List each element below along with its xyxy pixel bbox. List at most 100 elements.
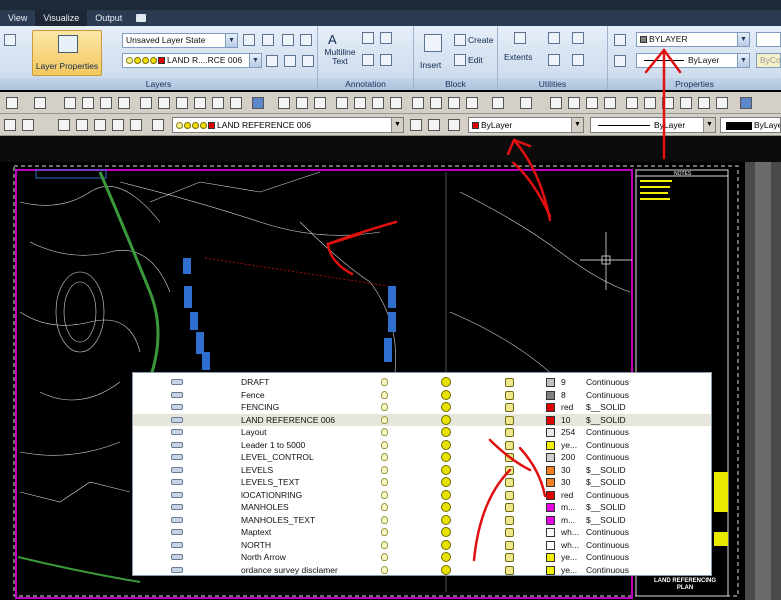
sun-freeze-icon[interactable] bbox=[441, 489, 451, 500]
create-block-icon[interactable] bbox=[454, 34, 466, 46]
layer-linetype[interactable]: $__SOLID bbox=[586, 465, 626, 475]
layer-color-swatch[interactable] bbox=[546, 515, 555, 525]
sun-freeze-icon[interactable] bbox=[441, 502, 451, 512]
redo-icon[interactable] bbox=[34, 97, 46, 109]
markup-icon[interactable] bbox=[698, 97, 710, 109]
undo-icon[interactable] bbox=[492, 97, 504, 109]
zoom-realtime-icon[interactable] bbox=[82, 97, 94, 109]
layer-state-dropdown[interactable]: Unsaved Layer State ▼ bbox=[122, 33, 238, 48]
sun-freeze-icon[interactable] bbox=[441, 552, 451, 562]
layer-off-icon[interactable] bbox=[112, 119, 124, 131]
multiline-text-button[interactable]: Multiline Text bbox=[321, 48, 359, 66]
layer-color-swatch[interactable] bbox=[546, 415, 555, 425]
layer-freeze-icon[interactable] bbox=[130, 119, 142, 131]
layer-linetype[interactable]: $__SOLID bbox=[586, 415, 626, 425]
lightbulb-icon[interactable] bbox=[381, 440, 388, 449]
layer-linetype[interactable]: Continuous bbox=[586, 527, 629, 537]
layer-row[interactable]: North Arrow ye... Continuous bbox=[133, 551, 711, 564]
layer-tool-icon[interactable] bbox=[4, 119, 16, 131]
3d-dwf-icon[interactable] bbox=[390, 97, 402, 109]
layer-previous-icon[interactable] bbox=[282, 34, 294, 46]
sun-freeze-icon[interactable] bbox=[441, 402, 451, 412]
lock-icon[interactable] bbox=[505, 465, 514, 475]
open-file-icon[interactable] bbox=[296, 97, 308, 109]
layer-linetype[interactable]: Continuous bbox=[586, 427, 629, 437]
layer-row[interactable]: Layout 254 Continuous bbox=[133, 426, 711, 439]
ribbon-minimize-icon[interactable] bbox=[136, 14, 147, 22]
lightbulb-icon[interactable] bbox=[381, 503, 388, 511]
layer-linetype[interactable]: Continuous bbox=[586, 540, 629, 550]
layer-previous-icon[interactable] bbox=[58, 119, 70, 131]
current-layer-dropdown[interactable]: LAND R....RCE 006 ▼ bbox=[122, 53, 262, 68]
zoom-realtime-icon[interactable] bbox=[568, 97, 580, 109]
edit-block-icon[interactable] bbox=[454, 54, 466, 66]
lock-icon[interactable] bbox=[505, 565, 514, 575]
layer-row[interactable]: LEVELS_TEXT 30 $__SOLID bbox=[133, 476, 711, 489]
lightbulb-icon[interactable] bbox=[381, 453, 388, 461]
extents-button[interactable]: Extents bbox=[504, 52, 532, 62]
tool-palettes-icon[interactable] bbox=[662, 97, 674, 109]
layer-row[interactable]: FENCING red $__SOLID bbox=[133, 401, 711, 414]
layer-linetype[interactable]: $__SOLID bbox=[586, 502, 626, 512]
lightbulb-icon[interactable] bbox=[381, 528, 388, 536]
lock-icon[interactable] bbox=[505, 428, 514, 437]
match-properties-icon[interactable] bbox=[466, 97, 478, 109]
layer-row[interactable]: ordance survey disclamer ye... Continuous bbox=[133, 564, 711, 577]
dimension-icon[interactable] bbox=[380, 32, 392, 44]
color-control-dropdown[interactable]: ByLayer ▼ bbox=[468, 117, 584, 133]
lock-icon[interactable] bbox=[505, 490, 514, 500]
layer-row[interactable]: LEVEL_CONTROL 200 Continuous bbox=[133, 451, 711, 464]
layer-row[interactable]: Fence 8 Continuous bbox=[133, 389, 711, 402]
lightbulb-icon[interactable] bbox=[381, 565, 388, 574]
cut-icon[interactable] bbox=[548, 54, 560, 66]
color-dropdown[interactable]: BYLAYER ▼ bbox=[636, 32, 750, 47]
scrollbar-thumb[interactable] bbox=[755, 162, 771, 600]
create-button[interactable]: Create bbox=[468, 35, 494, 45]
make-current-icon[interactable] bbox=[410, 119, 422, 131]
layer-color-swatch[interactable] bbox=[546, 440, 555, 450]
sun-freeze-icon[interactable] bbox=[441, 377, 451, 387]
sun-freeze-icon[interactable] bbox=[441, 389, 451, 400]
layer-row[interactable]: LAND REFERENCE 006 10 $__SOLID bbox=[133, 413, 711, 426]
sun-freeze-icon[interactable] bbox=[441, 452, 451, 462]
layer-color-swatch[interactable] bbox=[546, 503, 555, 512]
lightbulb-icon[interactable] bbox=[381, 390, 388, 399]
layer-linetype[interactable]: Continuous bbox=[586, 452, 629, 462]
linetype-dropdown[interactable]: ByLayer ▼ bbox=[636, 53, 750, 68]
layer-linetype[interactable]: $__SOLID bbox=[586, 515, 626, 525]
sun-freeze-icon[interactable] bbox=[441, 427, 451, 437]
lightbulb-icon[interactable] bbox=[381, 515, 388, 524]
tab-visualize[interactable]: Visualize bbox=[35, 10, 88, 26]
lightbulb-icon[interactable] bbox=[381, 415, 388, 424]
sheet-set-icon[interactable] bbox=[194, 97, 206, 109]
lightbulb-icon[interactable] bbox=[381, 378, 388, 386]
zoom-previous-icon[interactable] bbox=[604, 97, 616, 109]
paste-icon[interactable] bbox=[448, 97, 460, 109]
layer-linetype[interactable]: Continuous bbox=[586, 440, 629, 450]
help-icon[interactable] bbox=[252, 97, 264, 109]
layer-off-icon[interactable] bbox=[266, 55, 278, 67]
plot-icon[interactable] bbox=[336, 97, 348, 109]
save-icon[interactable] bbox=[314, 97, 326, 109]
layer-color-swatch[interactable] bbox=[546, 540, 555, 550]
zoom-window-icon[interactable] bbox=[100, 97, 112, 109]
insert-button[interactable]: Insert bbox=[420, 60, 441, 70]
lock-icon[interactable] bbox=[505, 478, 514, 487]
layer-isolate-icon[interactable] bbox=[284, 55, 296, 67]
help-icon[interactable] bbox=[740, 97, 752, 109]
layer-row[interactable]: DRAFT 9 Continuous bbox=[133, 376, 711, 389]
layer-walk-icon[interactable] bbox=[300, 34, 312, 46]
layer-linetype[interactable]: Continuous bbox=[586, 377, 629, 387]
lightbulb-icon[interactable] bbox=[381, 428, 388, 436]
lock-icon[interactable] bbox=[505, 403, 514, 412]
layer-color-swatch[interactable] bbox=[546, 403, 555, 412]
lineweight-dropdown[interactable]: ByCol bbox=[756, 53, 781, 68]
layer-linetype[interactable]: Continuous bbox=[586, 552, 629, 562]
properties-icon[interactable] bbox=[626, 97, 638, 109]
layer-color-swatch[interactable] bbox=[546, 453, 555, 462]
layer-linetype[interactable]: Continuous bbox=[586, 490, 629, 500]
layer-match-icon[interactable] bbox=[262, 34, 274, 46]
sun-freeze-icon[interactable] bbox=[441, 564, 451, 575]
properties-icon[interactable] bbox=[140, 97, 152, 109]
layer-color-swatch[interactable] bbox=[546, 390, 555, 400]
